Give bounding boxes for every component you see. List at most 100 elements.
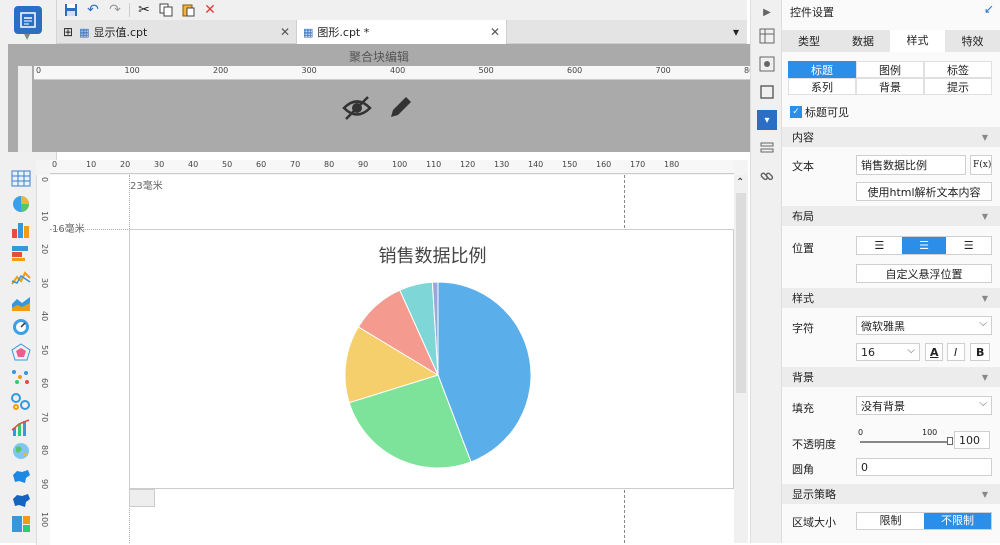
copy-icon[interactable] bbox=[155, 1, 177, 19]
subtab-background[interactable]: 背景 bbox=[856, 78, 924, 95]
bar-chart-icon[interactable] bbox=[11, 220, 33, 238]
subtab-label[interactable]: 标签 bbox=[924, 61, 992, 78]
cell-attr-icon[interactable] bbox=[757, 26, 777, 46]
title-visible-label: 标题可见 bbox=[805, 106, 849, 119]
line-chart-icon[interactable] bbox=[11, 269, 33, 287]
undo-icon[interactable]: ↶ bbox=[82, 1, 104, 19]
pin-icon[interactable]: ↙ bbox=[984, 2, 994, 16]
resize-handle[interactable] bbox=[129, 489, 155, 507]
horizontal-bar-icon[interactable] bbox=[11, 244, 33, 262]
text-label: 文本 bbox=[792, 160, 814, 173]
tab-type[interactable]: 类型 bbox=[782, 33, 836, 49]
area-chart-icon[interactable] bbox=[11, 294, 33, 312]
custom-float-button[interactable]: 自定义悬浮位置 bbox=[856, 264, 992, 283]
align-center-icon[interactable]: ☰ bbox=[901, 237, 947, 254]
ruler-tick-label: 60 bbox=[40, 378, 49, 389]
widget-frame-icon[interactable] bbox=[757, 82, 777, 102]
font-size-select[interactable]: 16 bbox=[856, 343, 920, 361]
font-family-select[interactable]: 微软雅黑 bbox=[856, 316, 992, 335]
align-right-icon[interactable]: ☰ bbox=[946, 239, 991, 252]
bubble-chart-icon[interactable] bbox=[11, 393, 33, 411]
formula-button[interactable]: F(x) bbox=[970, 155, 992, 175]
html-parse-button[interactable]: 使用html解析文本内容 bbox=[856, 182, 992, 201]
agg-vertical-ruler bbox=[18, 66, 32, 152]
tab-effect[interactable]: 特效 bbox=[945, 33, 1000, 49]
section-display-strategy[interactable]: 显示策略 ▼ bbox=[782, 484, 1000, 504]
map-chart-icon[interactable] bbox=[11, 467, 33, 485]
ruler-tick-label: 90 bbox=[358, 160, 369, 169]
redo-icon[interactable]: ↷ bbox=[104, 1, 126, 19]
section-title: 内容 bbox=[792, 131, 814, 144]
radius-input[interactable]: 0 bbox=[856, 458, 992, 476]
globe-chart-icon[interactable] bbox=[11, 442, 33, 460]
section-title: 布局 bbox=[792, 210, 814, 223]
treemap-chart-icon[interactable] bbox=[11, 515, 33, 533]
limit-option[interactable]: 限制 bbox=[857, 513, 924, 529]
collapse-arrow-icon[interactable]: ▶ bbox=[757, 2, 777, 22]
scroll-thumb[interactable] bbox=[736, 193, 746, 393]
opacity-slider-thumb[interactable] bbox=[947, 437, 953, 445]
ruler-tick-label: 40 bbox=[188, 160, 199, 169]
section-title: 背景 bbox=[792, 371, 814, 384]
section-content[interactable]: 内容 ▼ bbox=[782, 127, 1000, 147]
bold-button[interactable]: B bbox=[970, 343, 990, 361]
close-tab-icon[interactable]: ✕ bbox=[490, 25, 500, 39]
pie-chart-icon[interactable] bbox=[11, 195, 33, 213]
cut-icon[interactable]: ✂ bbox=[133, 1, 155, 19]
title-visible-checkbox[interactable]: ✓ bbox=[790, 106, 802, 118]
aggregate-block-editor: 聚合块编辑 010020030040050060070080 bbox=[8, 44, 754, 152]
panel-header: 控件设置 bbox=[790, 6, 834, 19]
position-label: 位置 bbox=[792, 242, 814, 255]
widget-settings-icon[interactable]: ▾ bbox=[757, 110, 777, 130]
ruler-tick-label: 80 bbox=[40, 445, 49, 456]
subtab-tooltip[interactable]: 提示 bbox=[924, 78, 992, 95]
subtab-legend[interactable]: 图例 bbox=[856, 61, 924, 78]
section-style[interactable]: 样式 ▼ bbox=[782, 288, 1000, 308]
logo-caret-icon[interactable]: ▼ bbox=[24, 32, 30, 41]
section-layout[interactable]: 布局 ▼ bbox=[782, 206, 1000, 226]
tab-style[interactable]: 样式 bbox=[890, 30, 945, 52]
ruler-tick-label: 10 bbox=[40, 210, 49, 221]
cell-element-icon[interactable] bbox=[757, 54, 777, 74]
nolimit-option[interactable]: 不限制 bbox=[924, 513, 991, 529]
tab-data[interactable]: 数据 bbox=[836, 33, 890, 49]
hyperlink-icon[interactable] bbox=[757, 166, 777, 186]
italic-button[interactable]: I bbox=[947, 343, 965, 361]
canvas-ruler: 0 10 20 30 40 50 60 70 80 90 100 110 120 130 140 150 160… bbox=[50, 160, 734, 174]
ruler-tick-label: 170 bbox=[630, 160, 646, 169]
chart-widget[interactable]: 销售数据比例 bbox=[129, 229, 734, 489]
tab-display-value[interactable]: ⊞ ▦ 显示值.cpt ✕ bbox=[57, 20, 297, 44]
title-text-input[interactable]: 销售数据比例 bbox=[856, 155, 966, 175]
combo-chart-icon[interactable] bbox=[11, 418, 33, 436]
subtab-series[interactable]: 系列 bbox=[788, 78, 856, 95]
table-chart-icon[interactable] bbox=[11, 170, 33, 188]
close-tab-icon[interactable]: ✕ bbox=[280, 25, 290, 39]
section-background[interactable]: 背景 ▼ bbox=[782, 367, 1000, 387]
opacity-max-label: 100 bbox=[922, 428, 938, 437]
condition-attr-icon[interactable] bbox=[757, 138, 777, 158]
ruler-tick-label: 300 bbox=[301, 66, 317, 75]
save-icon[interactable] bbox=[60, 1, 82, 19]
delete-icon[interactable]: ✕ bbox=[199, 1, 221, 19]
app-logo-icon[interactable] bbox=[14, 6, 42, 34]
radar-chart-icon[interactable] bbox=[11, 343, 33, 361]
font-color-button[interactable]: A bbox=[925, 343, 943, 361]
tab-menu-icon[interactable]: ▾ bbox=[733, 25, 739, 39]
align-left-icon[interactable]: ☰ bbox=[857, 239, 902, 252]
map-region-icon[interactable] bbox=[11, 491, 33, 509]
canvas-scrollbar[interactable]: ⌃ bbox=[734, 175, 748, 543]
fill-select[interactable]: 没有背景 bbox=[856, 396, 992, 415]
opacity-slider[interactable] bbox=[860, 441, 952, 443]
paste-icon[interactable] bbox=[177, 1, 199, 19]
edit-pencil-icon[interactable] bbox=[386, 94, 414, 125]
opacity-input[interactable]: 100 bbox=[954, 431, 990, 449]
ruler-tick-label: 100 bbox=[392, 160, 408, 169]
scroll-up-icon[interactable]: ⌃ bbox=[736, 177, 744, 188]
tab-chart[interactable]: ▦ 图形.cpt * ✕ bbox=[297, 20, 507, 44]
ruler-tick-label: 160 bbox=[596, 160, 612, 169]
ruler-tick-label: 600 bbox=[567, 66, 583, 75]
gauge-chart-icon[interactable] bbox=[11, 318, 33, 336]
hide-eye-icon[interactable] bbox=[342, 94, 372, 125]
subtab-title[interactable]: 标题 bbox=[788, 61, 856, 78]
scatter-chart-icon[interactable] bbox=[11, 368, 33, 386]
